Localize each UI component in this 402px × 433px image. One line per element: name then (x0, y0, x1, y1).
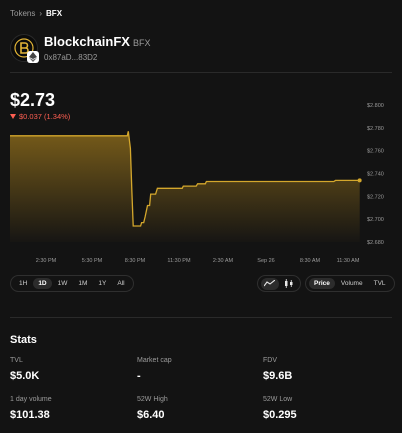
chart-type-selector (257, 275, 301, 292)
breadcrumb-current: BFX (46, 9, 63, 18)
stat-value-52w-high: $6.40 (137, 409, 165, 421)
y-tick-label: $2.800 (367, 103, 384, 109)
y-tick-label: $2.680 (367, 240, 384, 246)
stat-label-fdv: FDV (263, 357, 277, 364)
chart-last-point (357, 178, 362, 183)
x-tick-label: 11:30 AM (337, 258, 360, 264)
range-button-1d[interactable]: 1D (33, 278, 52, 289)
x-tick-label: 2:30 PM (36, 258, 57, 264)
range-button-1y[interactable]: 1Y (93, 278, 111, 289)
range-button-1h[interactable]: 1H (14, 278, 32, 289)
range-button-1m[interactable]: 1M (73, 278, 92, 289)
x-tick-label: 11:30 PM (167, 258, 191, 264)
y-tick-label: $2.700 (367, 217, 384, 223)
breadcrumb: Tokens › BFX (10, 9, 62, 18)
breadcrumb-tokens-link[interactable]: Tokens (10, 9, 35, 18)
token-name: BlockchainFX (44, 34, 130, 49)
stat-value-day-volume: $101.38 (10, 409, 50, 421)
time-range-selector: 1H 1D 1W 1M 1Y All (10, 275, 134, 292)
header-divider (10, 72, 392, 73)
stat-value-market-cap: - (137, 370, 141, 382)
token-symbol: BFX (132, 38, 151, 48)
y-tick-label: $2.740 (367, 172, 384, 178)
metric-selector: Price Volume TVL (305, 275, 395, 292)
stat-label-52w-high: 52W High (137, 396, 168, 403)
breadcrumb-separator: › (39, 9, 43, 18)
stat-label-market-cap: Market cap (137, 357, 172, 364)
price-chart[interactable]: $2.800 $2.780 $2.760 $2.740 $2.720 $2.700 $2.6… (0, 95, 402, 270)
x-tick-label: 5:30 PM (82, 258, 103, 264)
metric-button-price[interactable]: Price (309, 278, 335, 289)
range-button-1w[interactable]: 1W (53, 278, 73, 289)
range-button-all[interactable]: All (112, 278, 129, 289)
candlestick-icon[interactable] (280, 278, 298, 290)
stat-label-tvl: TVL (10, 357, 23, 364)
x-tick-label: Sep 26 (257, 258, 274, 264)
x-tick-label: 8:30 AM (300, 258, 321, 264)
y-tick-label: $2.720 (367, 194, 384, 200)
stat-label-day-volume: 1 day volume (10, 396, 52, 403)
metric-button-volume[interactable]: Volume (336, 278, 368, 289)
y-tick-label: $2.780 (367, 126, 384, 132)
line-chart-icon[interactable] (260, 277, 279, 290)
stats-title: Stats (10, 334, 37, 346)
y-tick-label: $2.760 (367, 149, 384, 155)
stat-label-52w-low: 52W Low (263, 396, 293, 403)
y-axis: $2.800 $2.780 $2.760 $2.740 $2.720 $2.700 $2.6… (367, 103, 384, 246)
stat-value-52w-low: $0.295 (263, 409, 297, 421)
stat-value-fdv: $9.6B (263, 370, 293, 382)
x-tick-label: 8:30 PM (125, 258, 146, 264)
ethereum-icon (27, 51, 39, 63)
metric-button-tvl[interactable]: TVL (369, 278, 391, 289)
stat-value-tvl: $5.0K (10, 370, 40, 382)
token-address[interactable]: 0x87aD...83D2 (44, 53, 97, 62)
x-tick-label: 2:30 AM (213, 258, 234, 264)
token-title: BlockchainFX BFX (44, 34, 150, 49)
x-axis: 2:30 PM 5:30 PM 8:30 PM 11:30 PM 2:30 AM Sep … (36, 258, 360, 264)
stats-divider (10, 317, 392, 318)
